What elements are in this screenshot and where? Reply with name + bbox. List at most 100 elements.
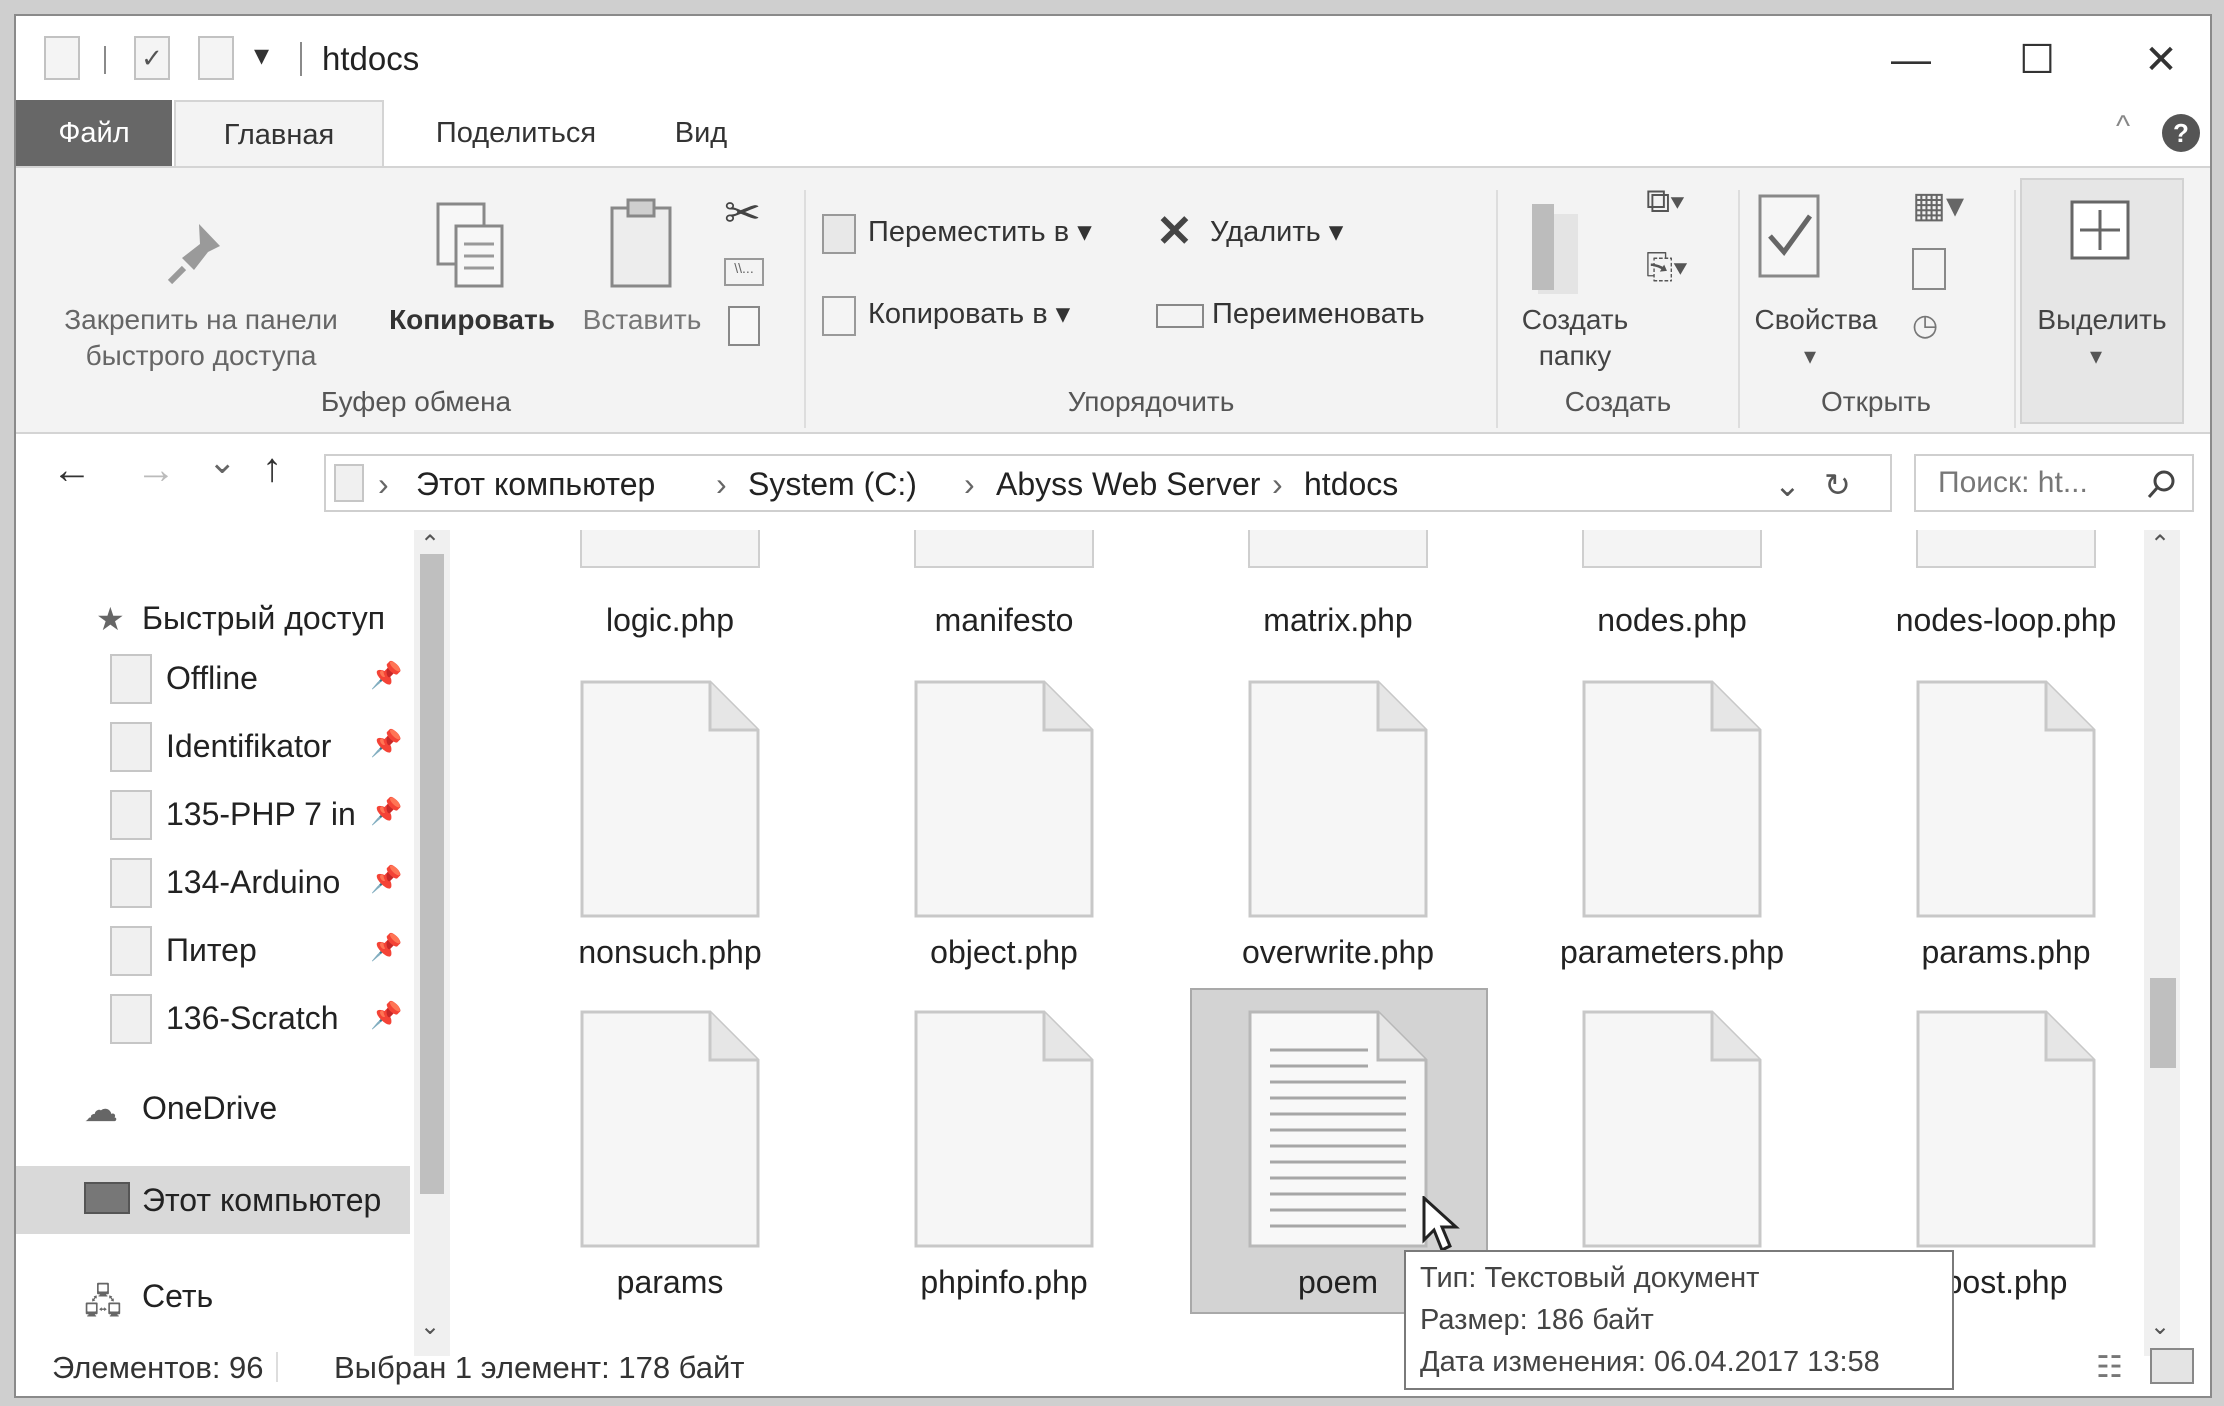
- file-name[interactable]: object.php: [854, 934, 1154, 971]
- maximize-button[interactable]: ☐: [1992, 32, 2082, 88]
- pin-to-quick-access-button[interactable]: Закрепить на панели быстрого доступа: [26, 302, 376, 374]
- file-icon[interactable]: [1582, 530, 1762, 568]
- cut-icon[interactable]: ✂: [724, 188, 761, 239]
- file-icon[interactable]: [1916, 530, 2096, 568]
- scroll-up-icon[interactable]: ⌃: [420, 530, 440, 559]
- new-folder-qat-icon[interactable]: [198, 36, 234, 80]
- file-name[interactable]: overwrite.php: [1188, 934, 1488, 971]
- file-icon[interactable]: [914, 530, 1094, 568]
- search-icon[interactable]: [2146, 468, 2178, 500]
- sidebar-item-134-arduino[interactable]: 134-Arduino: [166, 864, 340, 901]
- breadcrumb-abyss-web-server[interactable]: Abyss Web Server: [996, 466, 1260, 503]
- sidebar-item-quick-access[interactable]: Быстрый доступ: [142, 600, 385, 637]
- file-icon[interactable]: [1248, 530, 1428, 568]
- file-name[interactable]: manifesto: [854, 602, 1154, 639]
- breadcrumb-htdocs[interactable]: htdocs: [1304, 466, 1398, 503]
- help-icon[interactable]: ?: [2162, 114, 2200, 152]
- properties-dropdown-icon[interactable]: ▾: [1804, 342, 1816, 371]
- select-button[interactable]: Выделить: [2020, 302, 2184, 338]
- properties-button[interactable]: Свойства: [1736, 302, 1896, 338]
- breadcrumb-separator[interactable]: ›: [378, 466, 389, 503]
- folder-icon: [110, 926, 152, 976]
- details-view-icon[interactable]: ☷: [2096, 1350, 2123, 1385]
- tab-file[interactable]: Файл: [16, 100, 172, 166]
- large-icons-view-icon[interactable]: [2150, 1348, 2194, 1384]
- file-name[interactable]: params.php: [1856, 934, 2156, 971]
- tab-home[interactable]: Главная: [174, 100, 384, 166]
- content-scrollbar-thumb[interactable]: [2150, 978, 2176, 1068]
- close-button[interactable]: ✕: [2116, 32, 2206, 88]
- delete-button[interactable]: Удалить ▾: [1210, 214, 1343, 250]
- sidebar-item-onedrive[interactable]: OneDrive: [142, 1090, 277, 1127]
- sidebar-item-this-pc[interactable]: Этот компьютер: [142, 1182, 381, 1219]
- search-input[interactable]: Поиск: ht...: [1914, 454, 2194, 512]
- file-name[interactable]: phpinfo.php: [854, 1264, 1154, 1301]
- copy-path-icon[interactable]: \\...: [724, 258, 764, 286]
- file-name[interactable]: nodes.php: [1522, 602, 1822, 639]
- sidebar-item-piter[interactable]: Питер: [166, 932, 257, 969]
- file-icon[interactable]: [580, 530, 760, 568]
- open-icon[interactable]: ▦▾: [1912, 184, 1964, 226]
- rename-button[interactable]: Переименовать: [1212, 296, 1425, 332]
- collapse-ribbon-icon[interactable]: ^: [2116, 110, 2130, 144]
- select-dropdown-icon[interactable]: ▾: [2090, 342, 2102, 371]
- breadcrumb-system-c[interactable]: System (C:): [748, 466, 917, 503]
- file-icon[interactable]: [1248, 680, 1428, 918]
- breadcrumb-separator[interactable]: ›: [716, 466, 727, 503]
- sidebar-item-135-php[interactable]: 135-PHP 7 in: [166, 796, 356, 833]
- file-icon[interactable]: [1916, 680, 2096, 918]
- file-name[interactable]: matrix.php: [1188, 602, 1488, 639]
- breadcrumb-separator[interactable]: ›: [964, 466, 975, 503]
- easy-access-icon[interactable]: ⎘▾: [1646, 248, 1687, 287]
- sidebar-item-identifikator[interactable]: Identifikator: [166, 728, 331, 765]
- content-scrollbar[interactable]: [2144, 530, 2180, 1356]
- new-folder-button[interactable]: Создать папку: [1490, 302, 1660, 374]
- back-button[interactable]: ←: [52, 448, 92, 493]
- move-to-button[interactable]: Переместить в ▾: [868, 214, 1092, 250]
- file-icon[interactable]: [1582, 680, 1762, 918]
- qat-dropdown-icon[interactable]: ▾: [254, 38, 269, 73]
- file-name[interactable]: logic.php: [520, 602, 820, 639]
- breadcrumb-separator[interactable]: ›: [1272, 466, 1283, 503]
- item-count: Элементов: 96: [52, 1350, 264, 1385]
- new-item-icon[interactable]: ⧉▾: [1646, 182, 1685, 221]
- file-name[interactable]: params: [520, 1264, 820, 1301]
- minimize-button[interactable]: —: [1866, 32, 1956, 88]
- sidebar-item-136-scratch[interactable]: 136-Scratch: [166, 1000, 339, 1037]
- sidebar-item-offline[interactable]: Offline: [166, 660, 258, 697]
- recent-locations-button[interactable]: ⌄: [208, 442, 237, 482]
- file-icon[interactable]: [580, 680, 760, 918]
- sidebar-scrollbar-thumb[interactable]: [420, 554, 444, 1194]
- file-icon[interactable]: [914, 1010, 1094, 1248]
- forward-button[interactable]: →: [136, 448, 176, 493]
- file-icon[interactable]: [580, 1010, 760, 1248]
- copy-button[interactable]: Копировать: [372, 302, 572, 338]
- scroll-down-icon[interactable]: ⌄: [420, 1312, 440, 1341]
- address-dropdown-icon[interactable]: ⌄: [1774, 466, 1801, 504]
- sidebar-item-network[interactable]: Сеть: [142, 1278, 213, 1315]
- breadcrumb-this-pc[interactable]: Этот компьютер: [416, 466, 655, 503]
- tab-view[interactable]: Вид: [646, 100, 756, 166]
- file-name[interactable]: nodes-loop.php: [1856, 602, 2156, 639]
- window-title: htdocs: [322, 40, 420, 77]
- scroll-up-icon[interactable]: ⌃: [2150, 530, 2170, 559]
- refresh-icon[interactable]: ↻: [1824, 466, 1851, 504]
- address-bar[interactable]: › Этот компьютер › System (C:) › Abyss W…: [324, 454, 1892, 512]
- file-icon[interactable]: [1916, 1010, 2096, 1248]
- tab-share[interactable]: Поделиться: [406, 100, 626, 166]
- file-icon[interactable]: [1582, 1010, 1762, 1248]
- copy-to-button[interactable]: Копировать в ▾: [868, 296, 1070, 332]
- history-icon[interactable]: ◷: [1912, 308, 1938, 343]
- file-name[interactable]: parameters.php: [1522, 934, 1822, 971]
- properties-qat-icon[interactable]: ✓: [134, 36, 170, 80]
- text-document-icon[interactable]: [1248, 1010, 1428, 1248]
- properties-icon: [1758, 194, 1820, 278]
- scroll-down-icon[interactable]: ⌄: [2150, 1312, 2170, 1341]
- paste-shortcut-icon[interactable]: [728, 306, 760, 346]
- paste-button[interactable]: Вставить: [572, 302, 712, 338]
- up-button[interactable]: ↑: [262, 446, 282, 491]
- edit-icon[interactable]: [1912, 248, 1946, 290]
- file-name[interactable]: nonsuch.php: [520, 934, 820, 971]
- file-icon[interactable]: [914, 680, 1094, 918]
- pin-icon: [167, 224, 220, 285]
